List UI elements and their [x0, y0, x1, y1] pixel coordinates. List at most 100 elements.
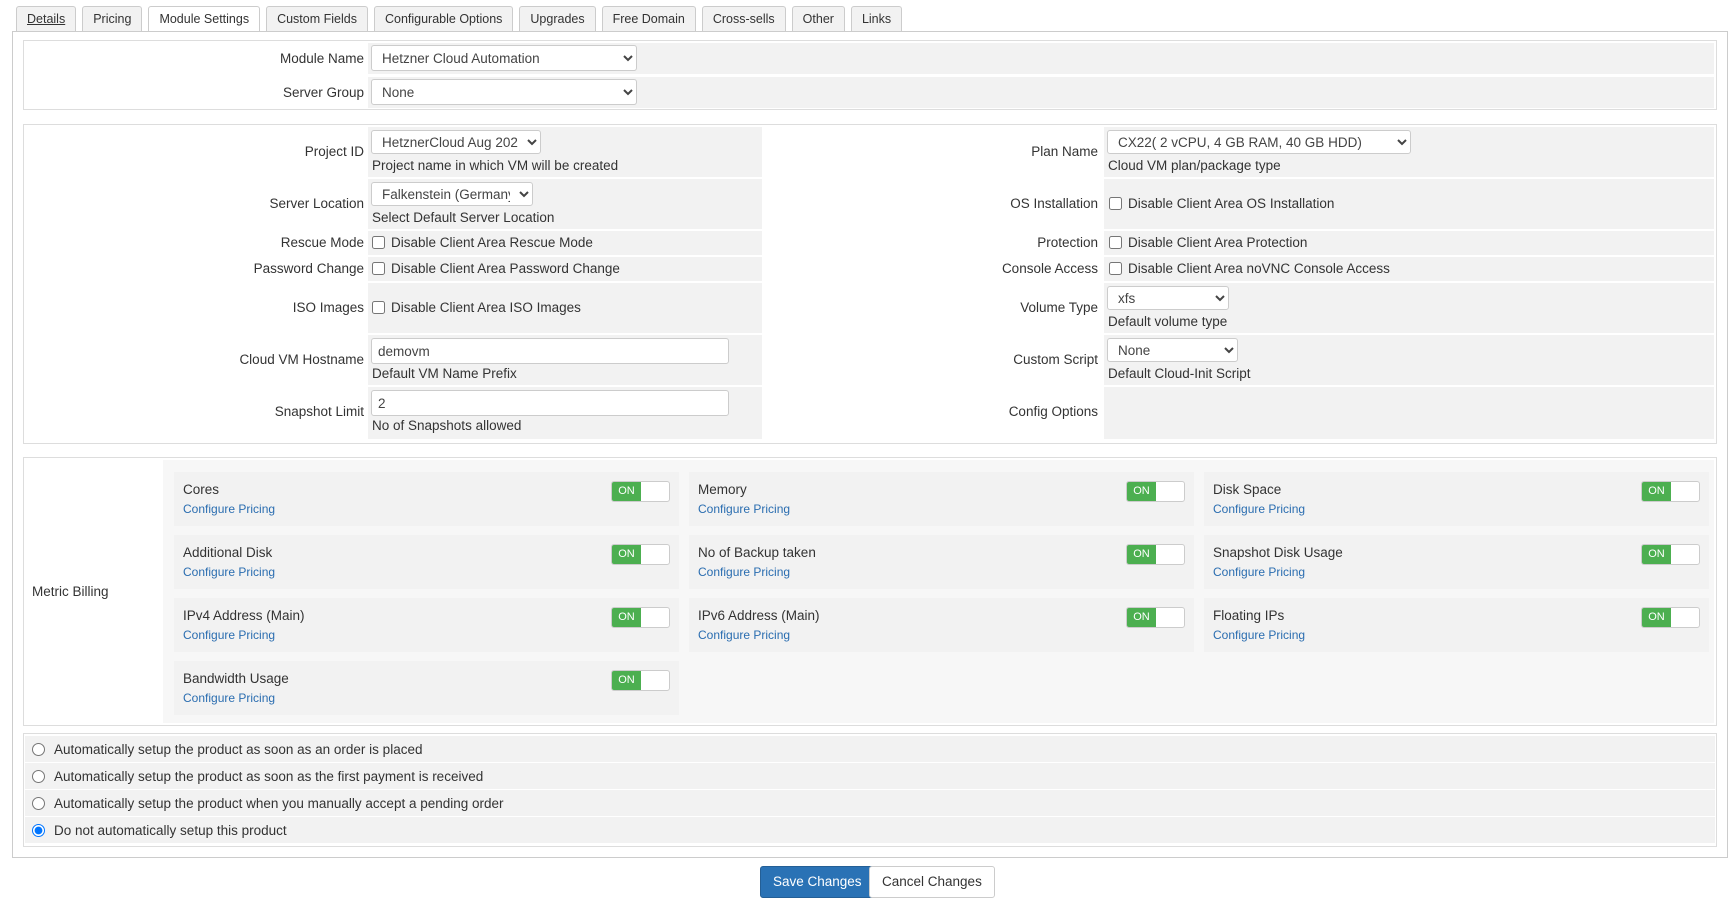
os-installation-check[interactable]	[1109, 197, 1122, 210]
save-changes-button[interactable]: Save Changes	[760, 866, 875, 898]
configure-pricing-link[interactable]: Configure Pricing	[183, 628, 275, 642]
tab-free-domain[interactable]: Free Domain	[601, 6, 696, 32]
project-id-hint: Project name in which VM will be created	[372, 158, 619, 173]
snapshot-limit-input[interactable]	[371, 390, 729, 416]
metric-toggle[interactable]: ON	[611, 544, 670, 565]
metric-item-ipv4: IPv4 Address (Main) Configure Pricing ON	[174, 598, 679, 652]
custom-script-hint: Default Cloud-Init Script	[1108, 366, 1251, 381]
metric-item-memory: Memory Configure Pricing ON	[689, 472, 1194, 526]
snapshot-limit-hint: No of Snapshots allowed	[372, 418, 522, 433]
setup-option-on-accept[interactable]: Automatically setup the product when you…	[25, 790, 1715, 816]
tab-module-settings[interactable]: Module Settings	[148, 6, 261, 33]
configure-pricing-link[interactable]: Configure Pricing	[1213, 628, 1305, 642]
console-access-label: Console Access	[1001, 261, 1098, 276]
plan-name-label: Plan Name	[1031, 144, 1098, 159]
iso-images-check[interactable]	[372, 301, 385, 314]
setup-option-on-payment[interactable]: Automatically setup the product as soon …	[25, 763, 1715, 789]
plan-name-hint: Cloud VM plan/package type	[1108, 158, 1281, 173]
setup-radio[interactable]	[32, 742, 45, 756]
tab-configurable-options[interactable]: Configurable Options	[373, 6, 514, 32]
metric-name: Snapshot Disk Usage	[1213, 545, 1343, 560]
os-installation-checkbox[interactable]: Disable Client Area OS Installation	[1109, 196, 1334, 211]
metric-toggle[interactable]: ON	[1641, 481, 1700, 502]
setup-radio[interactable]	[32, 823, 45, 837]
metric-name: Cores	[183, 482, 220, 497]
protection-checkbox[interactable]: Disable Client Area Protection	[1109, 235, 1307, 250]
hostname-input[interactable]	[371, 338, 729, 364]
server-group-label: Server Group	[282, 85, 364, 100]
volume-type-select[interactable]: xfs	[1107, 286, 1229, 310]
configure-pricing-link[interactable]: Configure Pricing	[698, 502, 790, 516]
server-group-select[interactable]: None	[371, 79, 637, 105]
server-location-label: Server Location	[269, 196, 364, 211]
tab-cross-sells[interactable]: Cross-sells	[701, 6, 786, 32]
metric-toggle[interactable]: ON	[1641, 607, 1700, 628]
setup-radio[interactable]	[32, 796, 45, 810]
configure-pricing-link[interactable]: Configure Pricing	[183, 691, 275, 705]
metric-item-backups: No of Backup taken Configure Pricing ON	[689, 535, 1194, 589]
console-access-check[interactable]	[1109, 262, 1122, 275]
setup-option-on-order[interactable]: Automatically setup the product as soon …	[25, 736, 1715, 762]
metric-item-disk-space: Disk Space Configure Pricing ON	[1204, 472, 1709, 526]
metric-item-floating-ips: Floating IPs Configure Pricing ON	[1204, 598, 1709, 652]
protection-check[interactable]	[1109, 236, 1122, 249]
configure-pricing-link[interactable]: Configure Pricing	[698, 565, 790, 579]
metric-name: Memory	[698, 482, 747, 497]
metric-billing-label: Metric Billing	[32, 584, 109, 599]
rescue-mode-checkbox[interactable]: Disable Client Area Rescue Mode	[372, 235, 593, 250]
metric-item-cores: Cores Configure Pricing ON	[174, 472, 679, 526]
metric-billing-box: Metric Billing Cores Configure Pricing O…	[23, 457, 1717, 726]
metric-toggle[interactable]: ON	[1641, 544, 1700, 565]
hostname-hint: Default VM Name Prefix	[372, 366, 517, 381]
configure-pricing-link[interactable]: Configure Pricing	[183, 502, 275, 516]
password-change-check[interactable]	[372, 262, 385, 275]
volume-type-label: Volume Type	[1020, 300, 1098, 315]
configure-pricing-link[interactable]: Configure Pricing	[183, 565, 275, 579]
protection-label: Protection	[1037, 235, 1098, 250]
tab-links[interactable]: Links	[850, 6, 903, 32]
configure-pricing-link[interactable]: Configure Pricing	[1213, 565, 1305, 579]
rescue-mode-check[interactable]	[372, 236, 385, 249]
tab-custom-fields[interactable]: Custom Fields	[266, 6, 368, 32]
module-name-label: Module Name	[279, 51, 364, 66]
tab-details[interactable]: Details	[16, 6, 77, 32]
password-change-checkbox[interactable]: Disable Client Area Password Change	[372, 261, 620, 276]
iso-images-checkbox[interactable]: Disable Client Area ISO Images	[372, 300, 581, 315]
module-box: Module Name Hetzner Cloud Automation Ser…	[23, 40, 1717, 110]
setup-option-none[interactable]: Do not automatically setup this product	[25, 817, 1715, 843]
metric-item-additional-disk: Additional Disk Configure Pricing ON	[174, 535, 679, 589]
metric-toggle[interactable]: ON	[1126, 481, 1185, 502]
server-location-hint: Select Default Server Location	[372, 210, 555, 225]
module-name-select[interactable]: Hetzner Cloud Automation	[371, 45, 637, 71]
console-access-checkbox[interactable]: Disable Client Area noVNC Console Access	[1109, 261, 1390, 276]
custom-script-select[interactable]: None	[1107, 338, 1238, 362]
tab-upgrades[interactable]: Upgrades	[519, 6, 596, 32]
metric-toggle[interactable]: ON	[611, 670, 670, 691]
tab-other[interactable]: Other	[791, 6, 845, 32]
tab-pricing[interactable]: Pricing	[82, 6, 143, 32]
setup-options-box: Automatically setup the product as soon …	[23, 733, 1717, 847]
setup-radio[interactable]	[32, 769, 45, 783]
rescue-mode-label: Rescue Mode	[280, 235, 364, 250]
config-box: Project ID HetznerCloud Aug 2023 Project…	[23, 124, 1717, 444]
metric-toggle[interactable]: ON	[611, 481, 670, 502]
plan-name-select[interactable]: CX22( 2 vCPU, 4 GB RAM, 40 GB HDD)	[1107, 130, 1411, 154]
server-location-select[interactable]: Falkenstein (Germany)	[371, 182, 533, 206]
configure-pricing-link[interactable]: Configure Pricing	[1213, 502, 1305, 516]
metric-name: Disk Space	[1213, 482, 1282, 497]
metric-toggle[interactable]: ON	[1126, 544, 1185, 565]
metric-toggle[interactable]: ON	[1126, 607, 1185, 628]
metric-name: IPv4 Address (Main)	[183, 608, 305, 623]
project-id-select[interactable]: HetznerCloud Aug 2023	[371, 130, 541, 154]
snapshot-limit-label: Snapshot Limit	[274, 404, 364, 419]
config-options-label: Config Options	[1008, 404, 1098, 419]
cancel-changes-button[interactable]: Cancel Changes	[869, 866, 995, 898]
metric-name: Floating IPs	[1213, 608, 1285, 623]
metric-toggle[interactable]: ON	[611, 607, 670, 628]
configure-pricing-link[interactable]: Configure Pricing	[698, 628, 790, 642]
custom-script-label: Custom Script	[1013, 352, 1098, 367]
metric-item-ipv6: IPv6 Address (Main) Configure Pricing ON	[689, 598, 1194, 652]
volume-type-hint: Default volume type	[1108, 314, 1228, 329]
metric-item-bandwidth: Bandwidth Usage Configure Pricing ON	[174, 661, 679, 715]
metric-name: Bandwidth Usage	[183, 671, 289, 686]
